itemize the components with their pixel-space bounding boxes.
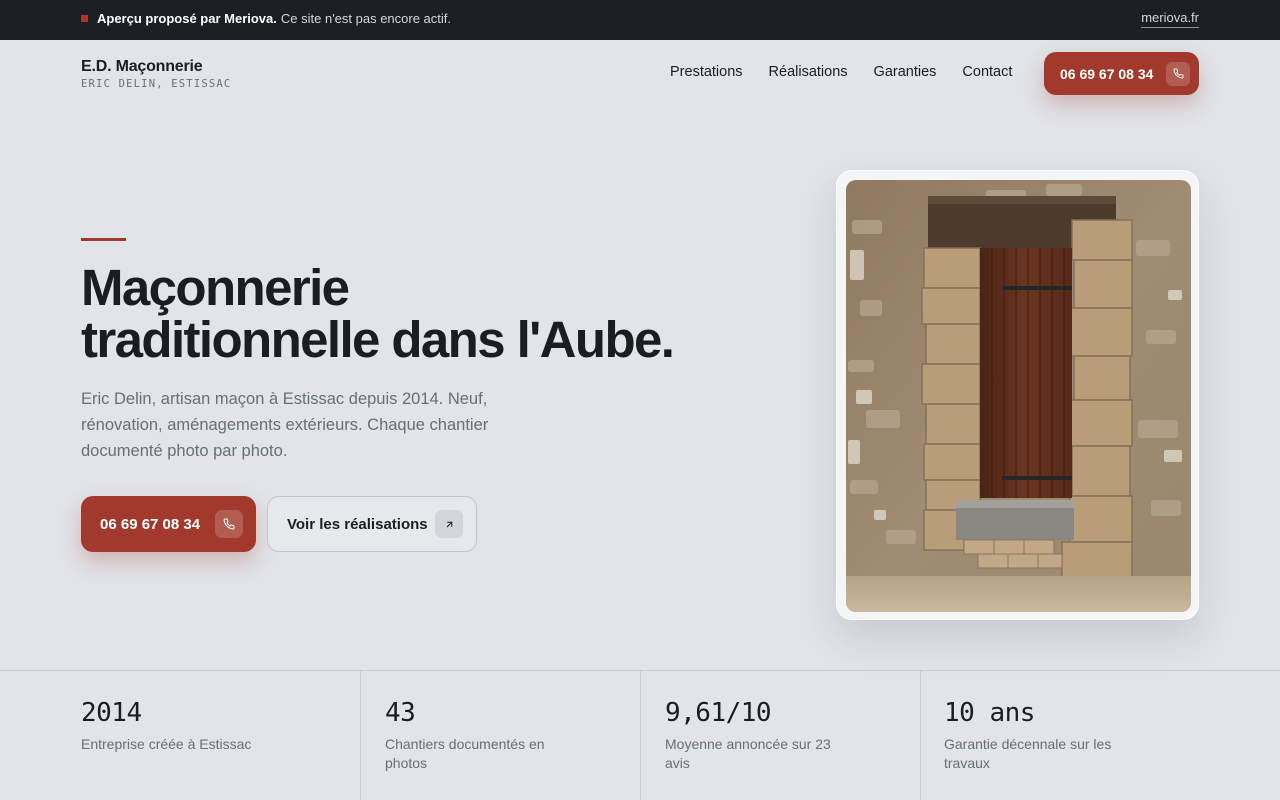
stat-value: 9,61/10: [665, 698, 772, 728]
banner-strong-text: Aperçu proposé par Meriova.: [97, 11, 277, 26]
hero-title: Maçonnerie traditionnelle dans l'Aube.: [81, 262, 721, 366]
logo-subtitle: ERIC DELIN, ESTISSAC: [81, 78, 232, 90]
nav-item-prestations[interactable]: Prestations: [670, 64, 743, 80]
stat-item: 2014 Entreprise créée à Estissac: [0, 671, 361, 800]
hero-phone-number: 06 69 67 08 34: [100, 515, 201, 533]
stat-label: Garantie décennale sur les travaux: [944, 736, 1112, 771]
arrow-up-right-icon: [435, 510, 463, 538]
stat-value: 2014: [81, 698, 142, 728]
hero-description: Eric Delin, artisan maçon à Estissac dep…: [81, 390, 489, 460]
stat-item: 9,61/10 Moyenne annoncée sur 23 avis: [641, 671, 921, 800]
stat-label: Moyenne annoncée sur 23 avis: [665, 736, 831, 771]
hero-title-line1: Maçonnerie: [81, 259, 350, 316]
hero-title-line2: traditionnelle dans l'Aube.: [81, 311, 675, 368]
stat-value: 43: [385, 698, 416, 728]
stone-door-photo: [846, 180, 1191, 612]
stats-bar: 2014 Entreprise créée à Estissac 43 Chan…: [0, 670, 1280, 800]
view-realisations-label: Voir les réalisations: [287, 515, 428, 533]
logo-name: E.D. Maçonnerie: [81, 58, 203, 75]
stat-label: Entreprise créée à Estissac: [81, 736, 252, 752]
nav-item-realisations[interactable]: Réalisations: [769, 64, 848, 80]
stat-value: 10 ans: [944, 698, 1035, 728]
hero-photo-card: [836, 170, 1199, 620]
phone-icon: [215, 510, 243, 538]
site-logo[interactable]: E.D. Maçonnerie ERIC DELIN, ESTISSAC: [81, 58, 231, 90]
nav-item-garanties[interactable]: Garanties: [874, 64, 937, 80]
banner-text: Ce site n'est pas encore actif.: [280, 11, 452, 26]
meriova-link[interactable]: meriova.fr: [1141, 10, 1199, 28]
phone-icon: [1166, 61, 1190, 86]
hero-accent-line: [81, 238, 126, 241]
preview-banner: Aperçu proposé par Meriova. Ce site n'es…: [0, 0, 1280, 40]
header-phone-number: 06 69 67 08 34: [1060, 65, 1154, 82]
view-realisations-button[interactable]: Voir les réalisations: [267, 496, 477, 552]
main-nav: Prestations Réalisations Garanties Conta…: [670, 64, 1012, 80]
stat-item: 10 ans Garantie décennale sur les travau…: [921, 671, 1280, 800]
stat-label: Chantiers documentés en photos: [385, 736, 545, 771]
nav-item-contact[interactable]: Contact: [962, 64, 1012, 80]
hero-call-button[interactable]: 06 69 67 08 34: [81, 496, 256, 552]
banner-square-icon: [81, 15, 88, 22]
stat-item: 43 Chantiers documentés en photos: [361, 671, 641, 800]
header-call-button[interactable]: 06 69 67 08 34: [1044, 52, 1199, 95]
preview-notice: Aperçu proposé par Meriova. Ce site n'es…: [81, 11, 451, 26]
